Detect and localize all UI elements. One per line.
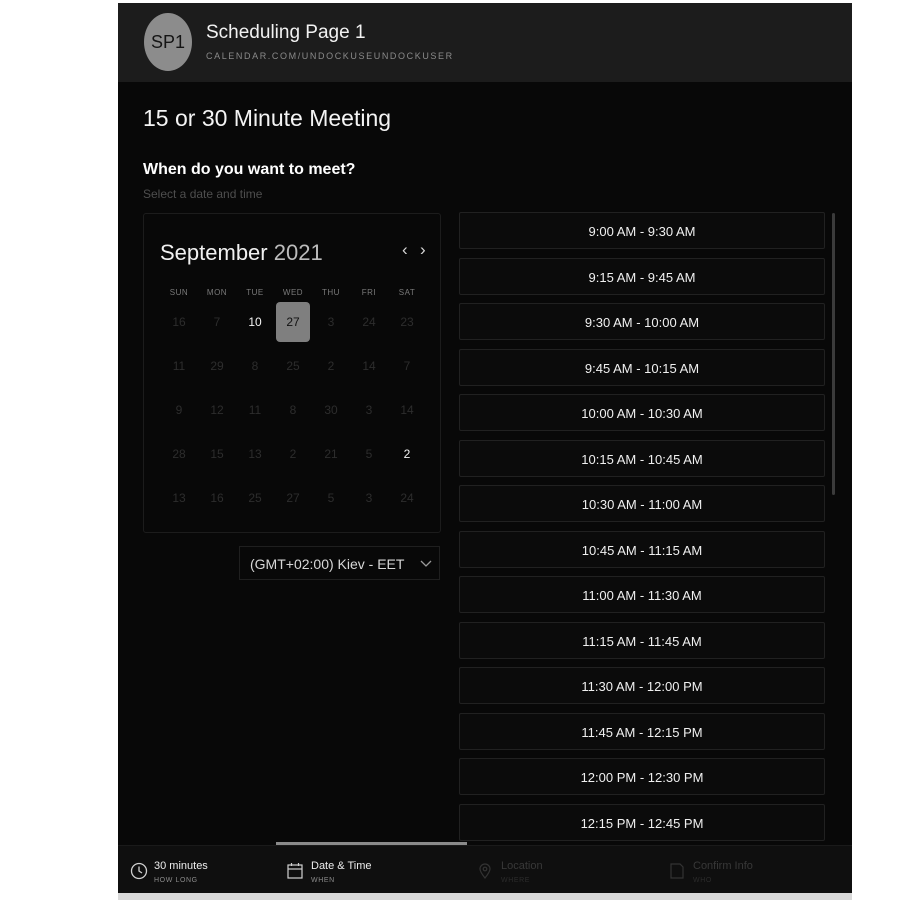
calendar-day[interactable]: 10 [238,302,272,342]
calendar-day: 24 [400,491,414,505]
time-slot-button[interactable]: 10:45 AM - 11:15 AM [459,530,825,568]
time-slot-button[interactable]: 9:45 AM - 10:15 AM [459,348,825,386]
clock-icon [130,862,148,880]
calendar-day: 21 [324,447,338,461]
calendar-day: 25 [248,491,262,505]
calendar-icon [287,863,303,879]
calendar-month-year: September 2021 [160,240,323,266]
step-label: Confirm Info [693,860,753,872]
chevron-left-icon[interactable]: ‹ [402,240,408,260]
page-title: Scheduling Page 1 [206,22,366,43]
calendar-day: 3 [365,403,373,417]
avatar: SP1 [144,13,192,71]
date-picker: September 2021 ‹ › SUN MON TUE WED THU FRI SAT… [143,213,441,533]
timezone-label: (GMT+02:00) Kiev - EET [250,556,405,572]
page-url: CALENDAR.COM/UNDOCKUSEUNDOCKUSER [206,51,454,61]
calendar-day: 11 [248,403,262,417]
weekday-label: WED [282,288,304,297]
calendar-day: 8 [251,359,259,373]
calendar-day: 7 [403,359,411,373]
time-slot-button[interactable]: 11:00 AM - 11:30 AM [459,576,825,613]
calendar-day: 24 [362,315,376,329]
calendar-day: 25 [286,359,300,373]
step-label: 30 minutes [154,860,208,872]
time-slot-button[interactable]: 10:15 AM - 10:45 AM [459,439,825,477]
meeting-title: 15 or 30 Minute Meeting [143,105,392,131]
calendar-day: 13 [248,447,262,461]
calendar-day: 8 [289,403,297,417]
time-slot-button[interactable]: 11:30 AM - 12:00 PM [459,667,825,704]
booking-steps-bar: 30 minutes HOW LONG Date & Time WHEN Loc… [118,845,852,893]
when-heading: When do you want to meet? [143,161,356,178]
calendar-day: 3 [365,491,373,505]
calendar-day: 30 [324,403,338,417]
time-slot-button[interactable]: 11:45 AM - 12:15 PM [459,712,825,750]
calendar-day: 16 [210,491,224,505]
calendar-day: 14 [362,359,376,373]
time-slot-button[interactable]: 9:00 AM - 9:30 AM [459,212,825,249]
step-sublabel: WHERE [501,877,531,884]
step-sublabel: WHO [693,877,712,884]
calendar-day: 27 [286,491,300,505]
calendar-day: 13 [172,491,186,505]
weekday-label: MON [206,288,228,297]
calendar-day: 3 [327,315,335,329]
location-pin-icon [479,863,491,879]
calendar-day: 29 [210,359,224,373]
weekday-label: SAT [398,288,416,297]
calendar-day: 2 [327,359,335,373]
calendar-year: 2021 [273,240,323,265]
window-bottom-edge [118,893,852,900]
time-slot-button[interactable]: 11:15 AM - 11:45 AM [459,621,825,659]
step-sublabel: WHEN [311,877,335,884]
when-subtitle: Select a date and time [143,187,263,201]
chevron-right-icon[interactable]: › [420,240,426,260]
calendar-day: 5 [327,491,335,505]
step-label: Location [501,860,543,872]
time-slot-scrollbar[interactable] [832,213,835,495]
calendar-day: 28 [172,447,186,461]
calendar-day[interactable]: 2 [390,434,424,474]
calendar-day: 9 [175,403,183,417]
step-sublabel: HOW LONG [154,877,198,884]
weekday-label: SUN [169,288,189,297]
time-slot-button[interactable]: 12:00 PM - 12:30 PM [459,758,825,795]
document-icon [670,863,684,879]
calendar-day: 16 [172,315,186,329]
scheduling-app: SP1 Scheduling Page 1 CALENDAR.COM/UNDOC… [118,3,852,893]
chevron-down-icon [420,560,432,567]
calendar-day: 23 [400,315,414,329]
calendar-day-selected[interactable]: 27 [276,302,310,342]
time-slot-button[interactable]: 9:15 AM - 9:45 AM [459,257,825,295]
time-slot-button[interactable]: 12:15 PM - 12:45 PM [459,803,825,841]
calendar-day: 7 [213,315,221,329]
page-header: SP1 Scheduling Page 1 CALENDAR.COM/UNDOC… [118,3,852,82]
time-slot-button[interactable]: 9:30 AM - 10:00 AM [459,303,825,340]
timezone-select[interactable]: (GMT+02:00) Kiev - EET [239,546,440,580]
calendar-day: 12 [210,403,224,417]
weekday-label: TUE [246,288,264,297]
weekday-label: FRI [361,288,377,297]
calendar-day: 5 [365,447,373,461]
calendar-day: 2 [289,447,297,461]
time-slot-button[interactable]: 10:00 AM - 10:30 AM [459,394,825,431]
calendar-month: September [160,240,268,265]
step-label: Date & Time [311,860,372,872]
time-slot-button[interactable]: 10:30 AM - 11:00 AM [459,485,825,522]
weekday-label: THU [322,288,340,297]
calendar-day: 15 [210,447,224,461]
calendar-day: 11 [172,359,186,373]
calendar-day: 14 [400,403,414,417]
